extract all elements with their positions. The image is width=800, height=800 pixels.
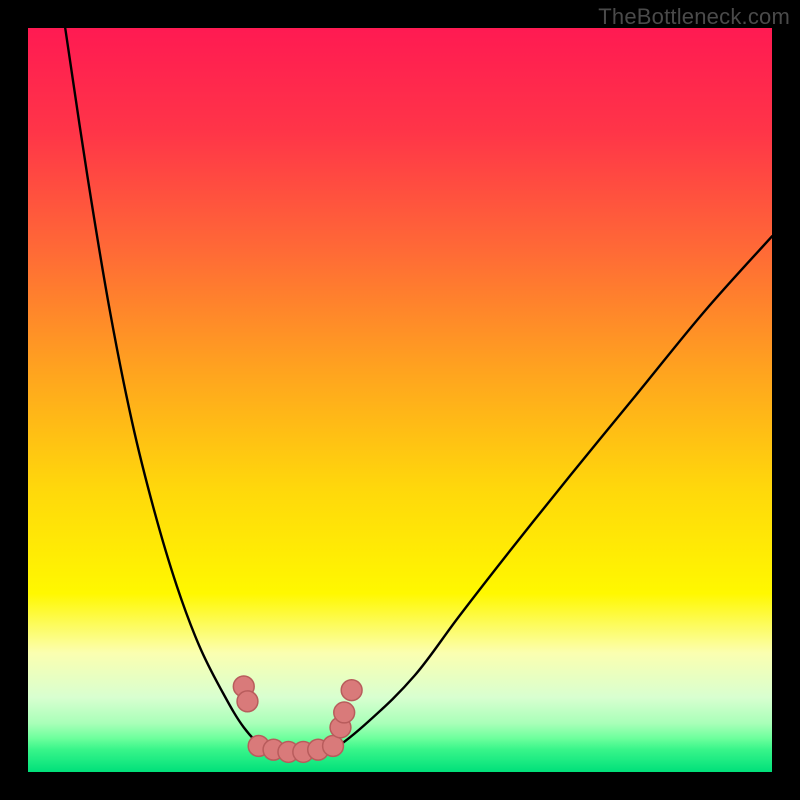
chart-svg (28, 28, 772, 772)
watermark-text: TheBottleneck.com (598, 4, 790, 30)
chart-frame: TheBottleneck.com (0, 0, 800, 800)
chart-background-gradient (28, 28, 772, 772)
chart-plot-area (28, 28, 772, 772)
curve-marker (341, 680, 362, 701)
curve-marker (323, 736, 344, 757)
curve-marker (334, 702, 355, 723)
curve-marker (237, 691, 258, 712)
